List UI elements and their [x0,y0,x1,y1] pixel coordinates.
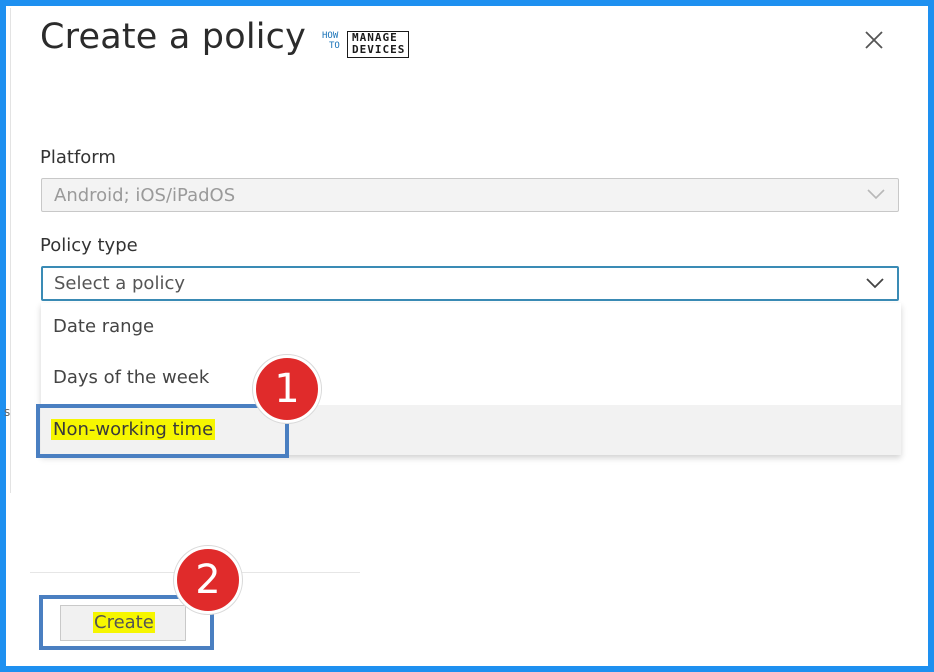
logo-howto: HOW TO [322,31,340,51]
step-badge-2: 2 [174,546,242,614]
step-badge-1: 1 [253,355,321,423]
panel-left-edge [10,8,11,493]
option-days-of-week[interactable]: Days of the week [41,354,901,404]
policy-type-label: Policy type [40,235,138,256]
close-icon[interactable] [862,28,886,52]
platform-label: Platform [40,147,116,168]
background-fragment: s [4,405,11,419]
logo-devices: DEVICES [352,43,406,56]
dialog-title: Create a policy [40,17,307,57]
platform-select: Android; iOS/iPadOS [41,178,899,212]
option-date-range[interactable]: Date range [41,303,901,353]
highlight-box-step1 [36,404,289,458]
option-label: Date range [53,316,155,337]
chevron-down-icon[interactable] [865,276,885,290]
policy-type-select[interactable]: Select a policy [41,266,899,301]
chevron-down-icon [867,189,885,200]
option-label: Days of the week [53,367,210,388]
platform-value: Android; iOS/iPadOS [54,185,236,206]
policy-type-placeholder: Select a policy [54,273,185,294]
